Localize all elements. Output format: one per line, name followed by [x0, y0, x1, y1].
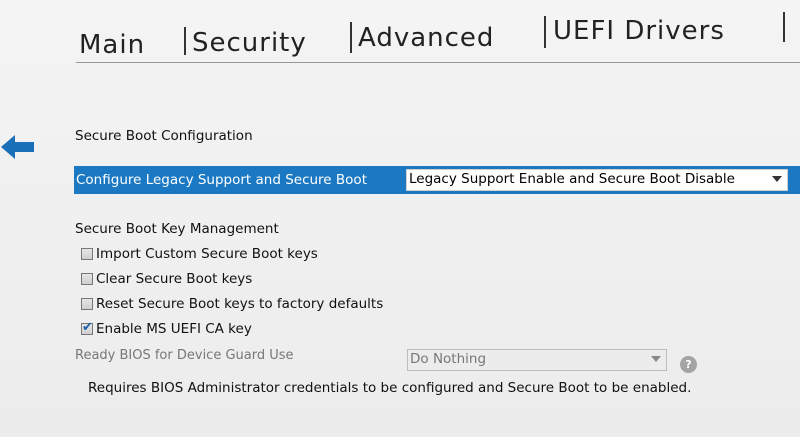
tab-bar-divider	[76, 62, 800, 63]
section-title-key-management: Secure Boot Key Management	[75, 221, 279, 237]
tab-separator	[783, 12, 785, 42]
tab-security[interactable]: Security	[192, 28, 307, 58]
device-guard-value: Do Nothing	[410, 351, 487, 367]
legacy-secure-boot-label: Configure Legacy Support and Secure Boot	[76, 172, 367, 188]
import-custom-keys-checkbox[interactable]	[81, 248, 93, 260]
enable-ms-uefi-ca-label: Enable MS UEFI CA key	[96, 321, 252, 337]
legacy-secure-boot-setting-row[interactable]: Configure Legacy Support and Secure Boot…	[74, 166, 800, 194]
section-title-secure-boot-configuration: Secure Boot Configuration	[75, 128, 253, 144]
device-guard-dropdown[interactable]: Do Nothing	[407, 349, 667, 371]
requirement-note: Requires BIOS Administrator credentials …	[88, 380, 692, 396]
tab-bar: Main Security Advanced UEFI Drivers	[0, 0, 800, 66]
tab-advanced[interactable]: Advanced	[358, 23, 494, 53]
tab-separator	[350, 22, 352, 53]
back-arrow-icon[interactable]	[0, 133, 36, 161]
tab-uefi-drivers[interactable]: UEFI Drivers	[553, 16, 725, 46]
clear-keys-label: Clear Secure Boot keys	[96, 271, 253, 287]
chevron-down-icon	[772, 176, 782, 182]
legacy-secure-boot-value: Legacy Support Enable and Secure Boot Di…	[409, 171, 735, 187]
enable-ms-uefi-ca-checkbox[interactable]: ✔	[81, 320, 93, 335]
checkmark-icon: ✔	[82, 320, 93, 335]
legacy-secure-boot-dropdown[interactable]: Legacy Support Enable and Secure Boot Di…	[406, 169, 788, 191]
reset-keys-checkbox[interactable]	[81, 298, 93, 310]
reset-keys-label: Reset Secure Boot keys to factory defaul…	[96, 296, 384, 312]
device-guard-label: Ready BIOS for Device Guard Use	[75, 348, 294, 363]
tab-separator	[544, 16, 546, 48]
bios-setup-screen: Main Security Advanced UEFI Drivers Secu…	[0, 0, 800, 437]
help-icon[interactable]: ?	[680, 356, 697, 373]
chevron-down-icon	[651, 356, 661, 362]
import-custom-keys-label: Import Custom Secure Boot keys	[96, 246, 318, 262]
clear-keys-checkbox[interactable]	[81, 273, 93, 285]
tab-separator	[184, 27, 186, 55]
tab-main[interactable]: Main	[79, 30, 145, 60]
